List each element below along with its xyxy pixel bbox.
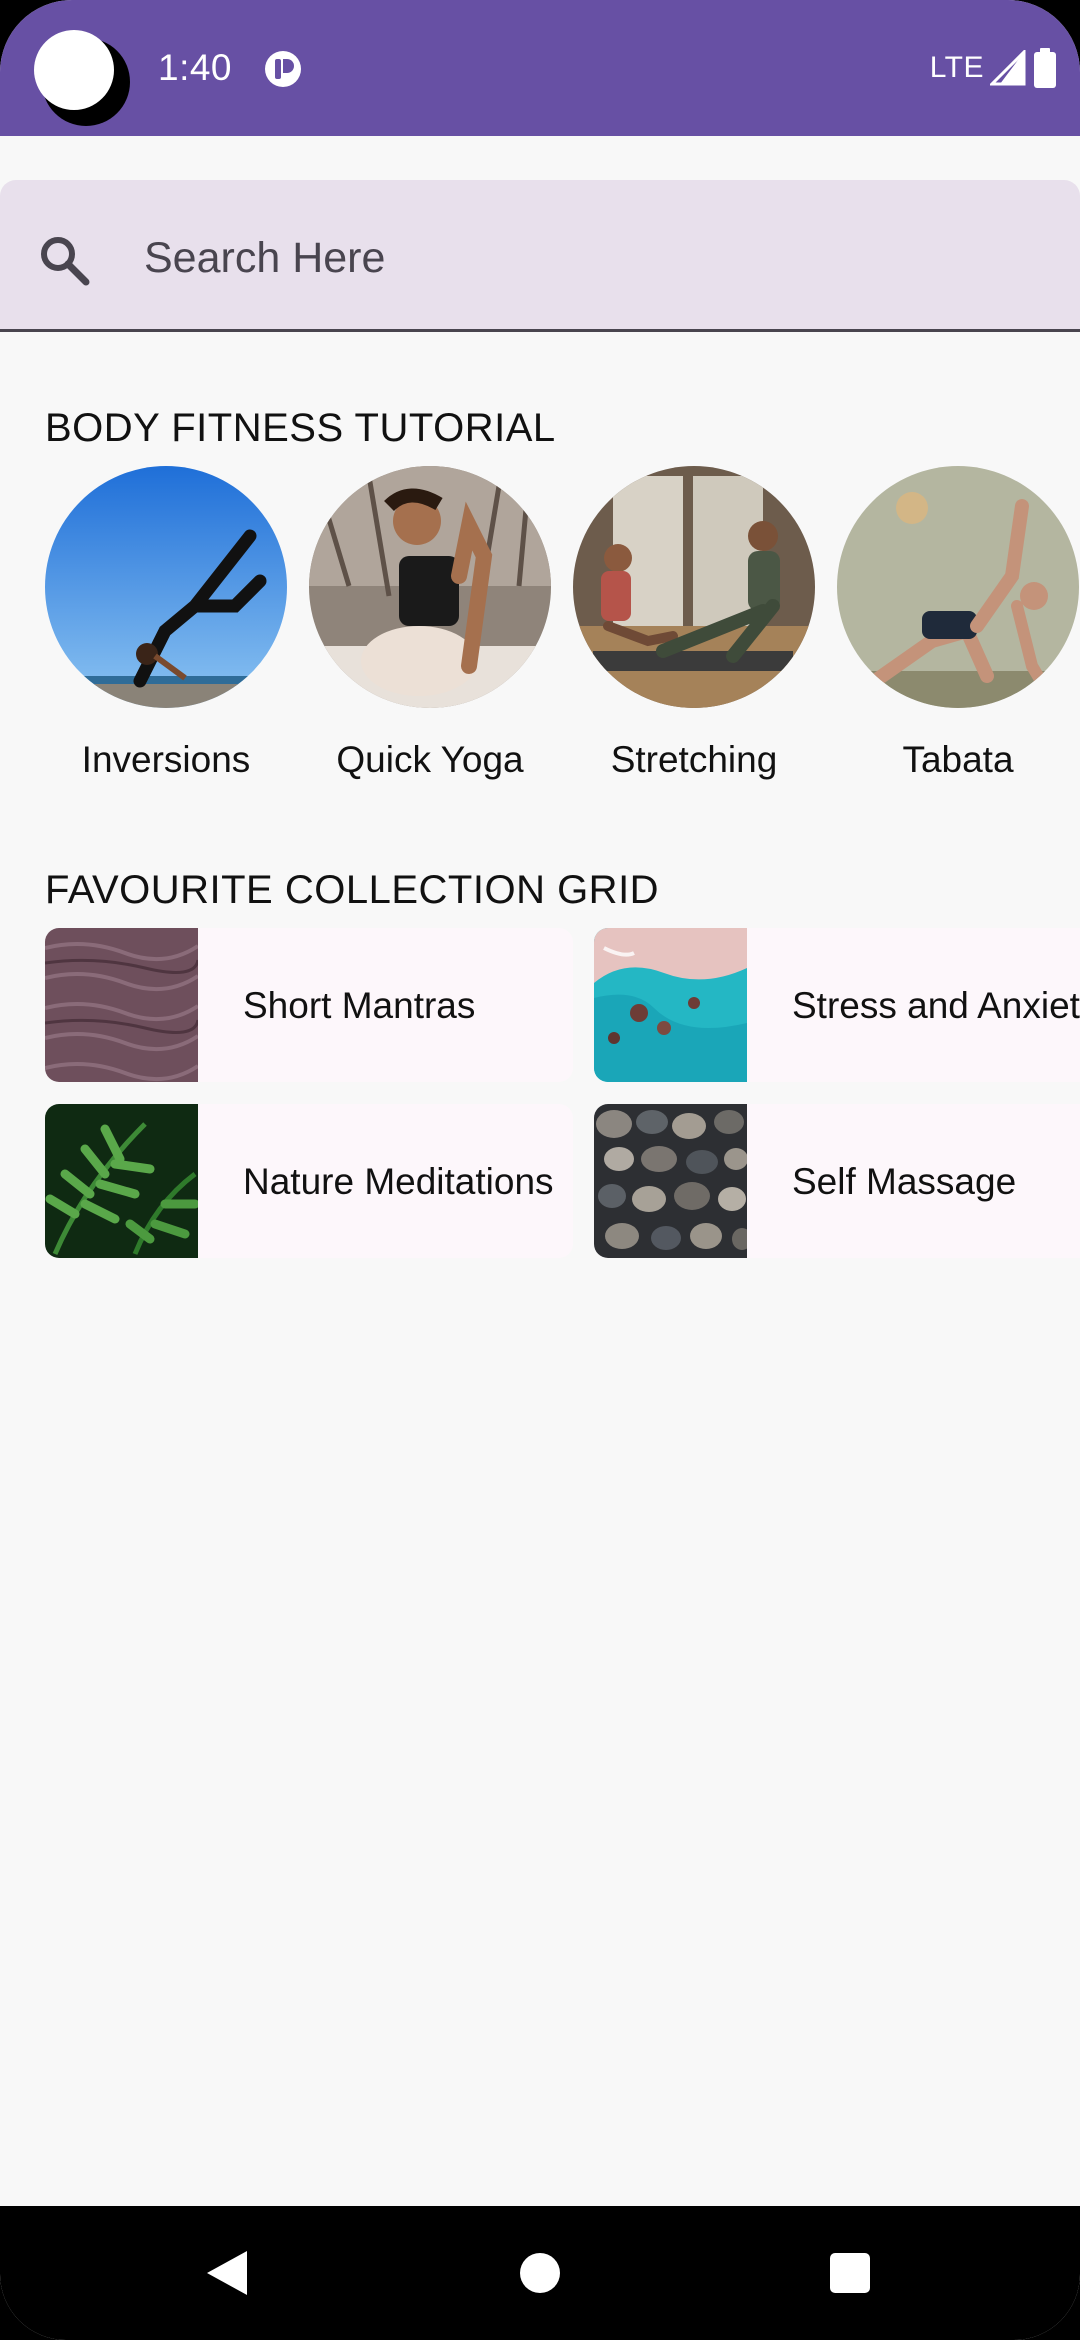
collection-card-self-massage[interactable]: Self Massage [594, 1104, 1080, 1258]
collection-card-stress-and-anxiety[interactable]: Stress and Anxiety [594, 928, 1080, 1082]
home-icon[interactable] [480, 2206, 600, 2340]
nature-meditations-image [45, 1104, 198, 1258]
collection-label: Self Massage [792, 1160, 1017, 1202]
collection-section-title: FAVOURITE COLLECTION GRID [45, 868, 660, 912]
collection-card-short-mantras[interactable]: Short Mantras [45, 928, 573, 1082]
status-time: 1:40 [158, 47, 233, 88]
recents-icon[interactable] [790, 2206, 910, 2340]
phone-screen: 1:40 LTE Search Here BODY FITNESS TUTORI… [0, 0, 1080, 2340]
battery-icon [1032, 48, 1058, 88]
tutorial-label: Quick Yoga [336, 739, 524, 780]
tutorial-label: Tabata [902, 739, 1014, 780]
signal-icon [990, 50, 1026, 86]
tutorial-item-tabata[interactable]: Tabata [837, 466, 1079, 784]
inversions-image [45, 466, 287, 708]
search-icon[interactable] [36, 232, 94, 290]
tutorial-label: Inversions [81, 739, 251, 780]
stress-and-anxiety-image [594, 928, 747, 1082]
tutorial-item-quick-yoga[interactable]: Quick Yoga [309, 466, 551, 784]
stretching-image [573, 466, 815, 708]
tutorial-item-stretching[interactable]: Stretching [573, 466, 815, 784]
navigation-bar [0, 2206, 1080, 2340]
status-indicators: LTE [930, 44, 1058, 92]
quick-yoga-image [309, 466, 551, 708]
camera-cutout [34, 30, 130, 126]
status-bar: 1:40 LTE [0, 0, 1080, 136]
tabata-image [837, 466, 1079, 708]
tutorials-section-title: BODY FITNESS TUTORIAL [45, 406, 556, 450]
collection-label: Short Mantras [243, 984, 476, 1026]
app-notification-icon [264, 50, 302, 88]
tutorial-carousel[interactable]: Inversions Quick Yoga Stretching Tabata [45, 466, 1080, 796]
self-massage-image [594, 1104, 747, 1258]
collection-label: Nature Meditations [243, 1160, 554, 1202]
tutorial-label: Stretching [610, 739, 778, 780]
collection-label: Stress and Anxiety [792, 984, 1080, 1026]
short-mantras-image [45, 928, 198, 1082]
search-bar[interactable] [0, 180, 1080, 332]
search-input[interactable] [144, 220, 1024, 296]
tutorial-item-inversions[interactable]: Inversions [45, 466, 287, 784]
network-type: LTE [929, 51, 984, 84]
collection-card-nature-meditations[interactable]: Nature Meditations [45, 1104, 573, 1258]
back-icon[interactable] [166, 2206, 286, 2340]
